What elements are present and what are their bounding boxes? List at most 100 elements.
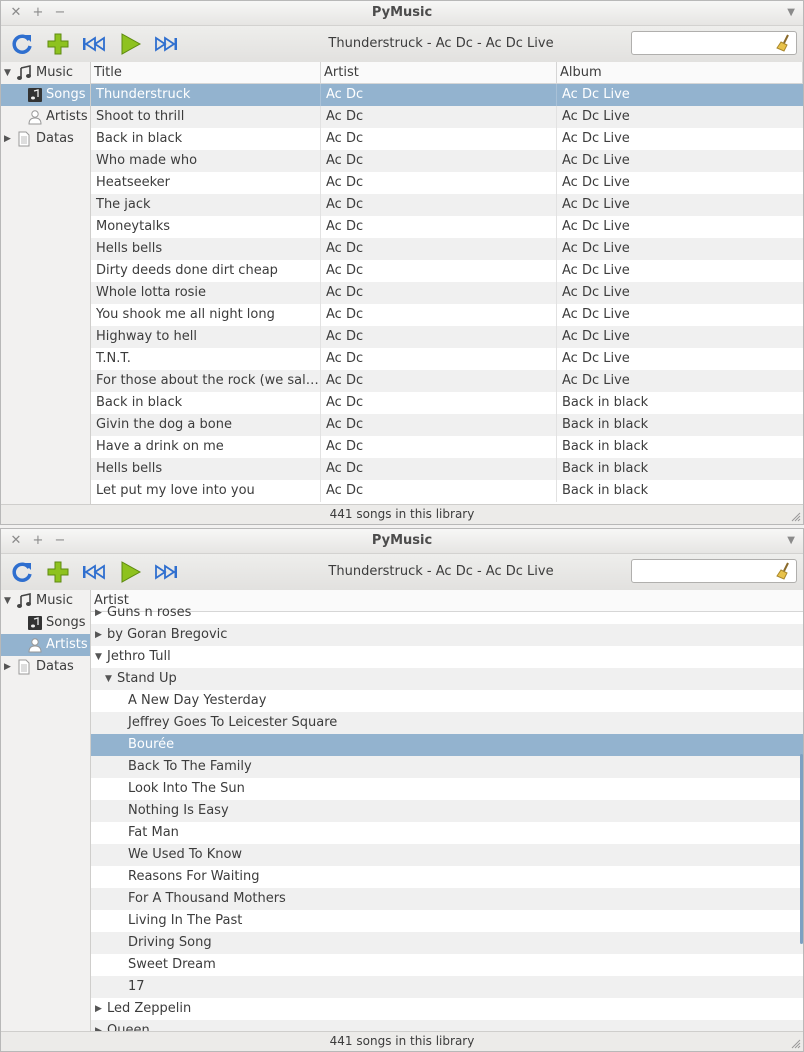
previous-track-button[interactable]: [80, 558, 108, 586]
music-note-icon: [17, 593, 31, 608]
tree-row[interactable]: Nothing Is Easy: [91, 800, 803, 822]
search-input[interactable]: [636, 33, 778, 55]
table-row[interactable]: Thunderstruck Ac Dc Ac Dc Live: [91, 84, 803, 106]
sidebar-item-artists[interactable]: Artists: [1, 634, 90, 656]
artist-cell: Ac Dc: [321, 172, 557, 194]
tree-row[interactable]: Driving Song: [91, 932, 803, 954]
tree-row[interactable]: ▶ by Goran Bregovic: [91, 624, 803, 646]
artist-cell: Ac Dc: [321, 326, 557, 348]
album-cell: Back in black: [562, 395, 649, 410]
table-row[interactable]: Back in black Ac Dc Back in black: [91, 392, 803, 414]
title-cell: Shoot to thrill: [91, 106, 321, 128]
table-row[interactable]: Let put my love into you Ac Dc Back in bla…: [91, 480, 803, 502]
title-cell: Whole lotta rosie: [91, 282, 321, 304]
refresh-button[interactable]: [8, 30, 36, 58]
sidebar-item-artists[interactable]: Artists: [1, 106, 90, 128]
play-button[interactable]: [116, 30, 144, 58]
table-row[interactable]: For those about the rock (we salute you)…: [91, 370, 803, 392]
table-row[interactable]: You shook me all night long Ac Dc Ac Dc Li…: [91, 304, 803, 326]
clear-broom-icon[interactable]: [776, 562, 792, 580]
table-header: Title Artist Album: [91, 62, 803, 84]
collapse-arrow-icon[interactable]: ▼: [95, 646, 102, 668]
album-cell: Back in black: [562, 439, 649, 454]
clear-broom-icon[interactable]: [776, 34, 792, 52]
table-row[interactable]: Hells bells Ac Dc Back in black: [91, 458, 803, 480]
table-row[interactable]: Heatseeker Ac Dc Ac Dc Live: [91, 172, 803, 194]
search-input[interactable]: [636, 561, 778, 583]
add-button[interactable]: [44, 558, 72, 586]
artist-cell: Ac Dc: [321, 106, 557, 128]
tree-row[interactable]: ▼ Stand Up: [91, 668, 803, 690]
next-track-button[interactable]: [152, 558, 180, 586]
tree-row-label: Jeffrey Goes To Leicester Square: [128, 715, 338, 730]
tree-row[interactable]: For A Thousand Mothers: [91, 888, 803, 910]
window-menu-icon[interactable]: ▼: [787, 4, 795, 22]
sidebar-item-datas[interactable]: ▶ Datas: [1, 656, 90, 678]
sidebar-item-music[interactable]: ▼ Music: [1, 590, 90, 612]
tree-row[interactable]: 17: [91, 976, 803, 998]
tree-row[interactable]: ▼ Jethro Tull: [91, 646, 803, 668]
artist-cell: Ac Dc: [321, 392, 557, 414]
resize-grip-icon[interactable]: [791, 1039, 801, 1049]
vertical-scrollbar[interactable]: [800, 754, 803, 944]
table-row[interactable]: The jack Ac Dc Ac Dc Live: [91, 194, 803, 216]
table-row[interactable]: Dirty deeds done dirt cheap Ac Dc Ac Dc Li…: [91, 260, 803, 282]
expand-arrow-icon[interactable]: ▼: [4, 590, 11, 612]
collapse-arrow-icon[interactable]: ▼: [105, 668, 112, 690]
table-row[interactable]: Hells bells Ac Dc Ac Dc Live: [91, 238, 803, 260]
song-icon: [28, 616, 42, 630]
resize-grip-icon[interactable]: [791, 512, 801, 522]
tree-row[interactable]: Back To The Family: [91, 756, 803, 778]
table-row[interactable]: Back in black Ac Dc Ac Dc Live: [91, 128, 803, 150]
tree-row[interactable]: Reasons For Waiting: [91, 866, 803, 888]
title-cell: Hells bells: [91, 458, 321, 480]
sidebar-item-datas[interactable]: ▶ Datas: [1, 128, 90, 150]
tree-row[interactable]: Sweet Dream: [91, 954, 803, 976]
add-button[interactable]: [44, 30, 72, 58]
tree-row[interactable]: Look Into The Sun: [91, 778, 803, 800]
table-row[interactable]: Who made who Ac Dc Ac Dc Live: [91, 150, 803, 172]
tree-row[interactable]: Bourée: [91, 734, 803, 756]
refresh-button[interactable]: [8, 558, 36, 586]
expand-arrow-icon[interactable]: ▶: [95, 998, 102, 1020]
tree-row[interactable]: A New Day Yesterday: [91, 690, 803, 712]
column-header-title[interactable]: Title: [91, 62, 321, 83]
skip-forward-icon: [155, 36, 177, 52]
table-row[interactable]: Have a drink on me Ac Dc Back in black: [91, 436, 803, 458]
expand-arrow-icon[interactable]: ▶: [4, 656, 11, 678]
play-button[interactable]: [116, 558, 144, 586]
sidebar-item-songs[interactable]: Songs: [1, 612, 90, 634]
search-box[interactable]: [631, 31, 797, 55]
expand-arrow-icon[interactable]: ▶: [4, 128, 11, 150]
tree-row[interactable]: Fat Man: [91, 822, 803, 844]
table-row[interactable]: Whole lotta rosie Ac Dc Ac Dc Live: [91, 282, 803, 304]
search-box[interactable]: [631, 559, 797, 583]
table-row[interactable]: Givin the dog a bone Ac Dc Back in black: [91, 414, 803, 436]
previous-track-button[interactable]: [80, 30, 108, 58]
tree-row-label: Nothing Is Easy: [128, 803, 229, 818]
expand-arrow-icon[interactable]: ▼: [4, 62, 11, 84]
table-row[interactable]: Moneytalks Ac Dc Ac Dc Live: [91, 216, 803, 238]
next-track-button[interactable]: [152, 30, 180, 58]
column-header-artist[interactable]: Artist: [321, 62, 557, 83]
tree-row[interactable]: We Used To Know: [91, 844, 803, 866]
album-cell: Ac Dc Live: [562, 197, 630, 212]
table-row[interactable]: T.N.T. Ac Dc Ac Dc Live: [91, 348, 803, 370]
title-cell: T.N.T.: [91, 348, 321, 370]
expand-arrow-icon[interactable]: ▶: [95, 602, 102, 624]
tree-row[interactable]: ▶ Guns n roses: [91, 602, 803, 624]
artist-cell: Ac Dc: [321, 238, 557, 260]
status-text: 441 songs in this library: [329, 1034, 475, 1048]
document-icon: [18, 131, 30, 147]
sidebar-item-music[interactable]: ▼ Music: [1, 62, 90, 84]
tree-row[interactable]: Jeffrey Goes To Leicester Square: [91, 712, 803, 734]
sidebar-item-songs[interactable]: Songs: [1, 84, 90, 106]
tree-row[interactable]: Living In The Past: [91, 910, 803, 932]
table-row[interactable]: Shoot to thrill Ac Dc Ac Dc Live: [91, 106, 803, 128]
status-bar: 441 songs in this library: [1, 504, 803, 524]
window-menu-icon[interactable]: ▼: [787, 532, 795, 550]
tree-row[interactable]: ▶ Led Zeppelin: [91, 998, 803, 1020]
expand-arrow-icon[interactable]: ▶: [95, 624, 102, 646]
column-header-album[interactable]: Album: [557, 62, 803, 83]
table-row[interactable]: Highway to hell Ac Dc Ac Dc Live: [91, 326, 803, 348]
